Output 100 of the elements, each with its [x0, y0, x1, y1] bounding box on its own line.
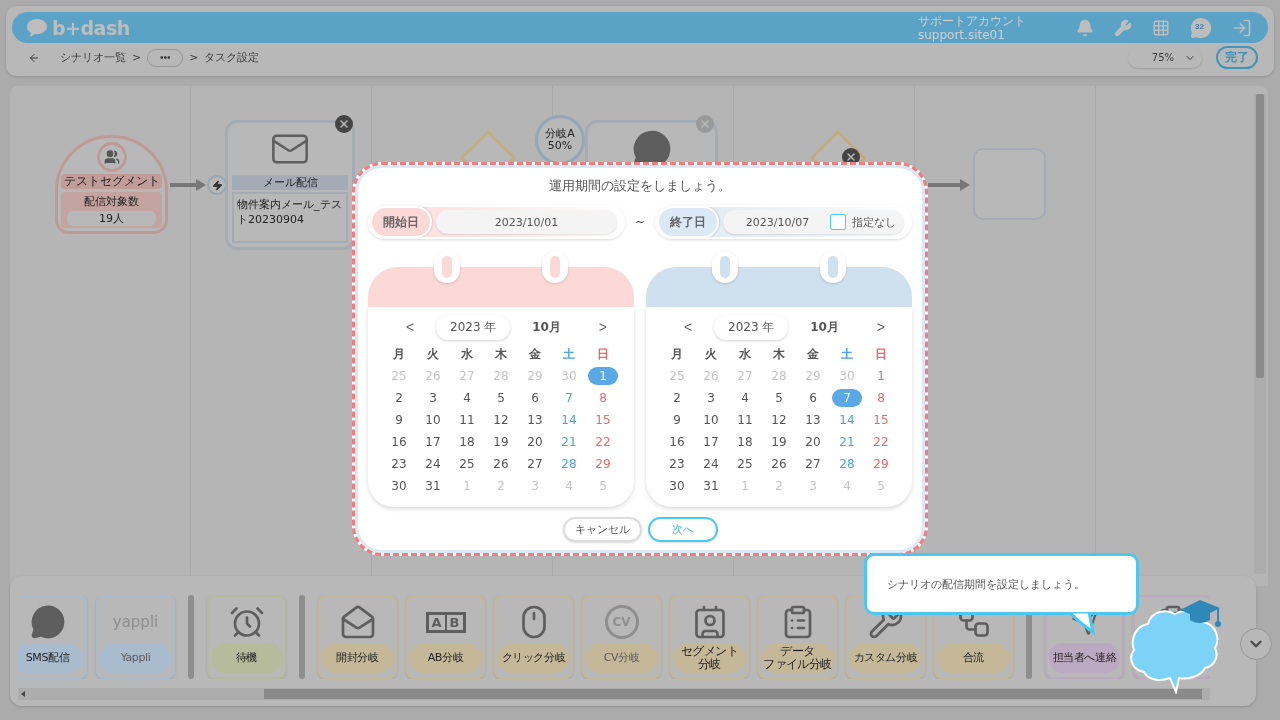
- palette-item[interactable]: 待機: [207, 595, 286, 679]
- calendar-day[interactable]: 17: [418, 433, 448, 451]
- calendar-day[interactable]: 16: [662, 433, 692, 451]
- prev-month-button[interactable]: <: [684, 319, 693, 335]
- month-label: 10月: [532, 318, 561, 336]
- calendar-day[interactable]: 26: [764, 455, 794, 473]
- palette-item[interactable]: データ ファイル分岐: [758, 595, 837, 679]
- branch-name: 分岐A: [545, 128, 575, 140]
- calendar-day[interactable]: 5: [486, 389, 516, 407]
- palette-item-label: SMS配信: [18, 643, 83, 673]
- calendar-day[interactable]: 20: [520, 433, 550, 451]
- weekday-label: 水: [738, 345, 752, 363]
- connector-arrow: [928, 178, 972, 192]
- calendar-day[interactable]: 19: [486, 433, 516, 451]
- cancel-button[interactable]: キャンセル: [562, 517, 642, 542]
- calendar-day[interactable]: 3: [696, 389, 726, 407]
- year-select[interactable]: 2023 年: [436, 314, 511, 340]
- dialog-title: 運用期間の設定をしましょう。: [548, 177, 732, 195]
- next-month-button[interactable]: >: [598, 319, 607, 335]
- palette-item[interactable]: セグメント 分岐: [670, 595, 749, 679]
- calendar-day[interactable]: 25: [730, 455, 760, 473]
- calendar-day[interactable]: 2: [662, 389, 692, 407]
- close-button[interactable]: [335, 115, 353, 133]
- back-icon[interactable]: [28, 51, 40, 64]
- calendar-day[interactable]: 4: [730, 389, 760, 407]
- start-date-label: 開始日: [370, 206, 432, 238]
- node-content: 物件案内メール_テスト20230904: [232, 192, 348, 243]
- calendar-day[interactable]: 12: [486, 411, 516, 429]
- calendar-day[interactable]: 23: [384, 455, 414, 473]
- calendar-day[interactable]: 17: [696, 433, 726, 451]
- year-select[interactable]: 2023 年: [714, 314, 789, 340]
- expand-button[interactable]: [1240, 628, 1272, 660]
- calendar-day[interactable]: 13: [798, 411, 828, 429]
- segment-node[interactable]: テストセグメント 配信対象数 19人: [55, 135, 168, 234]
- calendar-day[interactable]: 16: [384, 433, 414, 451]
- node-title: メール配信: [232, 175, 348, 190]
- calendar-day[interactable]: 30: [662, 477, 692, 495]
- calendar-day[interactable]: 10: [696, 411, 726, 429]
- breadcrumb-separator: >: [189, 51, 199, 64]
- start-date-field[interactable]: 開始日 2023/10/01: [368, 205, 625, 239]
- calendar-day[interactable]: 11: [730, 411, 760, 429]
- weekday-label: 木: [494, 345, 508, 363]
- calendar-day[interactable]: 30: [384, 477, 414, 495]
- calendar-day[interactable]: 6: [520, 389, 550, 407]
- calendar-day[interactable]: 9: [384, 411, 414, 429]
- segment-name: テストセグメント: [61, 174, 162, 189]
- grid-icon[interactable]: [1152, 18, 1170, 37]
- calendar-day[interactable]: 18: [452, 433, 482, 451]
- branch-badge[interactable]: 分岐A 50%: [535, 115, 585, 165]
- weekday-label: 金: [528, 345, 542, 363]
- calendar-day[interactable]: 3: [418, 389, 448, 407]
- palette-item-label: 開封分岐: [322, 643, 393, 673]
- calendar-day[interactable]: 12: [764, 411, 794, 429]
- breadcrumb-link[interactable]: シナリオ一覧: [60, 50, 126, 65]
- range-separator: ~: [634, 215, 646, 229]
- calendar-day[interactable]: 19: [764, 433, 794, 451]
- palette-item[interactable]: A B AB分岐: [406, 595, 485, 679]
- calendar-day[interactable]: 24: [696, 455, 726, 473]
- zoom-select[interactable]: 75%: [1128, 47, 1202, 68]
- calendar-day[interactable]: 2: [384, 389, 414, 407]
- calendar-day[interactable]: 26: [486, 455, 516, 473]
- checkbox-label: 指定なし: [852, 214, 896, 230]
- end-date-field[interactable]: 終了日 2023/10/07 指定なし: [655, 205, 912, 239]
- bell-icon[interactable]: [1076, 18, 1094, 37]
- calendar-day[interactable]: 6: [798, 389, 828, 407]
- calendar-day[interactable]: 27: [520, 455, 550, 473]
- calendar-day[interactable]: 31: [696, 477, 726, 495]
- calendar-day[interactable]: 31: [418, 477, 448, 495]
- breadcrumb-current: タスク設定: [204, 50, 260, 65]
- calendar-day[interactable]: 11: [452, 411, 482, 429]
- lightning-icon: [211, 179, 223, 191]
- calendar-day[interactable]: 4: [452, 389, 482, 407]
- calendar-day[interactable]: 10: [418, 411, 448, 429]
- count-label: 配信対象数: [84, 194, 139, 209]
- calendar-day[interactable]: 27: [798, 455, 828, 473]
- calendar-day[interactable]: 23: [662, 455, 692, 473]
- horizontal-scrollbar[interactable]: [18, 688, 1210, 700]
- chat-count: 32: [1195, 21, 1204, 31]
- end-date-label: 終了日: [657, 206, 720, 238]
- sign-in-icon[interactable]: [1232, 17, 1252, 38]
- calendar-day[interactable]: 20: [798, 433, 828, 451]
- trigger-button[interactable]: [207, 175, 227, 195]
- mail-node[interactable]: メール配信 物件案内メール_テスト20230904: [225, 120, 355, 250]
- calendar-day[interactable]: 25: [452, 455, 482, 473]
- palette-item[interactable]: クリック分岐: [494, 595, 573, 679]
- prev-month-button[interactable]: <: [406, 319, 415, 335]
- more-button[interactable]: •••: [147, 48, 184, 67]
- calendar-day[interactable]: 5: [764, 389, 794, 407]
- palette-item[interactable]: 開封分岐: [318, 595, 397, 679]
- palette-item[interactable]: SMS配信: [18, 595, 87, 679]
- next-month-button[interactable]: >: [876, 319, 885, 335]
- no-end-checkbox[interactable]: [830, 214, 846, 230]
- guide-message: シナリオの配信期間を設定しましょう。: [887, 576, 1085, 592]
- wrench-icon[interactable]: [1114, 18, 1132, 37]
- calendar-day[interactable]: 9: [662, 411, 692, 429]
- calendar-day[interactable]: 24: [418, 455, 448, 473]
- vertical-scrollbar[interactable]: [1254, 94, 1266, 574]
- calendar-day[interactable]: 18: [730, 433, 760, 451]
- calendar-day[interactable]: 13: [520, 411, 550, 429]
- chat-icon: [1190, 16, 1212, 39]
